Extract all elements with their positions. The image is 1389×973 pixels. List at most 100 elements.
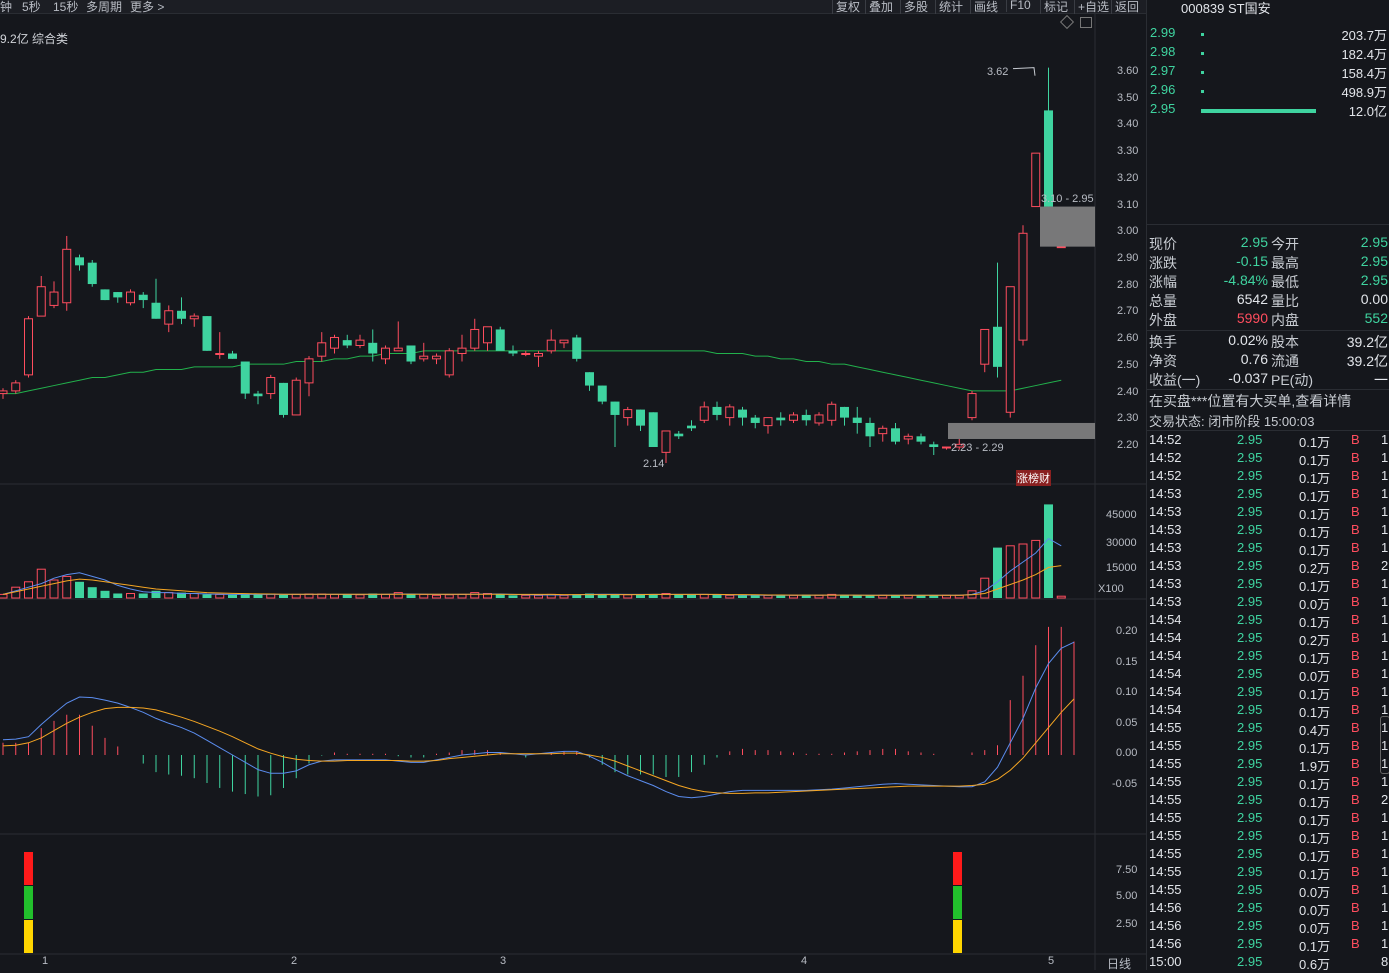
bottom-tick-label: 5.00 (1116, 890, 1138, 902)
candle-body (342, 340, 352, 346)
tick-volume: 0.0万 (1299, 669, 1331, 684)
kline-chart-area[interactable]: 9.2亿 综合类 3.60 3.50 3.40 3.30 3.20 3.10 3.00 2.9… (0, 14, 1146, 972)
candle (202, 316, 212, 351)
tick-volume: 0.0万 (1299, 885, 1331, 900)
tick-side: B (1351, 576, 1360, 591)
volume-bar (138, 593, 148, 598)
tick-price: 2.95 (1237, 720, 1263, 735)
tick-time: 14:55 (1149, 810, 1182, 825)
orderbook-row[interactable]: 2.99 203.7万 (1147, 25, 1389, 44)
notice-text: 在买盘***位置有大买单,查看详情 (1149, 393, 1352, 409)
tick-row: 14:55 2.95 0.1万 B 1 (1147, 810, 1389, 828)
tick-time: 14:53 (1149, 576, 1182, 591)
tick-side: B (1351, 684, 1360, 699)
tick-time: 14:53 (1149, 504, 1182, 519)
orderbook-volume: 203.7万 (1341, 28, 1387, 43)
tick-price: 2.95 (1237, 522, 1263, 537)
tick-side: B (1351, 864, 1360, 879)
big-order-notice[interactable]: 在买盘***位置有大买单,查看详情 (1147, 391, 1389, 410)
orderbook-row[interactable]: 2.97 158.4万 (1147, 63, 1389, 82)
candle-body (113, 292, 123, 298)
tick-scrollbar[interactable] (1380, 716, 1389, 774)
tick-price: 2.95 (1237, 576, 1263, 591)
volume-bar (444, 594, 454, 599)
orderbook-row[interactable]: 2.95 12.0亿 (1147, 101, 1389, 120)
candle-body (279, 382, 288, 415)
draw-line-button[interactable]: 画线 (970, 0, 1001, 15)
tick-time: 14:53 (1149, 540, 1182, 555)
orderbook-volume-bar (1201, 109, 1316, 113)
signal-segment (24, 920, 33, 953)
orderbook-row[interactable]: 2.98 182.4万 (1147, 44, 1389, 63)
more-menu[interactable]: 更多 > (130, 0, 164, 15)
volume-bar (980, 577, 990, 599)
period-5s-tab[interactable]: 5秒 (22, 0, 41, 15)
fundamentals-value: 0.76 (1240, 351, 1268, 367)
price-tick-label: 3.00 (1117, 225, 1139, 238)
volume-bar (623, 594, 633, 599)
tick-side: B (1351, 648, 1360, 663)
orderbook-volume: 498.9万 (1341, 85, 1387, 100)
candle (100, 289, 110, 301)
candle-body (368, 342, 378, 354)
tick-side: B (1351, 630, 1360, 645)
window-toggle-icon[interactable] (1080, 17, 1092, 28)
candle-body (1018, 232, 1028, 341)
tick-volume: 0.6万 (1299, 957, 1331, 972)
tick-volume: 0.0万 (1299, 903, 1331, 918)
orderbook-volume-dot (1201, 90, 1204, 93)
tick-side: B (1351, 720, 1360, 735)
tick-price: 2.95 (1237, 846, 1263, 861)
candle-body (597, 385, 607, 402)
candle-body (11, 382, 21, 392)
tick-volume: 0.1万 (1299, 615, 1331, 630)
tick-price: 2.95 (1237, 882, 1263, 897)
tick-count: 1 (1381, 864, 1389, 879)
candle (406, 345, 416, 365)
f10-button[interactable]: F10 (1006, 0, 1034, 12)
statistics-button[interactable]: 统计 (935, 0, 966, 15)
multi-stock-button[interactable]: 多股 (900, 0, 931, 15)
back-button[interactable]: 返回 (1111, 0, 1142, 15)
price-tick-label: 2.20 (1117, 439, 1139, 451)
orderbook-row[interactable]: 2.96 498.9万 (1147, 82, 1389, 101)
orderbook-volume-dot (1201, 33, 1204, 36)
candle-body (483, 326, 492, 344)
tick-volume: 0.1万 (1299, 831, 1331, 846)
tick-volume: 0.0万 (1299, 597, 1331, 612)
tick-row: 14:55 2.95 0.1万 B 1 (1147, 774, 1389, 792)
tick-time: 14:55 (1149, 864, 1182, 879)
adjust-button[interactable]: 复权 (832, 0, 863, 15)
tick-time: 14:56 (1149, 900, 1182, 915)
candle-body (814, 414, 824, 424)
period-15s-tab[interactable]: 15秒 (53, 0, 78, 15)
tick-price: 2.95 (1237, 900, 1263, 915)
volume-bar (432, 594, 441, 599)
tick-count: 1 (1381, 774, 1389, 789)
tick-row: 14:56 2.95 0.0万 B 1 (1147, 900, 1389, 918)
orderbook-volume: 12.0亿 (1348, 104, 1387, 119)
candle-body (189, 315, 199, 320)
quote-value: 0.00 (1360, 291, 1388, 307)
tick-side: B (1351, 774, 1360, 789)
rank-badge[interactable]: 涨榜财 (1016, 470, 1051, 486)
candle (495, 326, 505, 351)
tick-side: B (1351, 468, 1360, 483)
tick-volume: 0.1万 (1299, 435, 1331, 450)
volume-bar (291, 593, 301, 599)
tick-price: 2.95 (1237, 684, 1263, 699)
candle (967, 390, 977, 421)
candle-body (291, 379, 301, 416)
tick-side: B (1351, 756, 1360, 771)
macd-tick-label: 0.05 (1116, 716, 1138, 729)
overlay-button[interactable]: 叠加 (865, 0, 896, 15)
tick-row: 14:54 2.95 0.0万 B 1 (1147, 666, 1389, 684)
period-label[interactable]: 日线 (1107, 955, 1131, 972)
candle (24, 316, 33, 378)
multi-period-tab[interactable]: 多周期 (86, 0, 122, 15)
period-minute-tab[interactable]: 钟 (0, 0, 12, 15)
mark-button[interactable]: 标记 (1040, 0, 1071, 15)
tick-row: 14:55 2.95 0.1万 B 2 (1147, 792, 1389, 810)
candle-body (432, 355, 441, 360)
add-watchlist-button[interactable]: +自选 (1074, 0, 1112, 15)
